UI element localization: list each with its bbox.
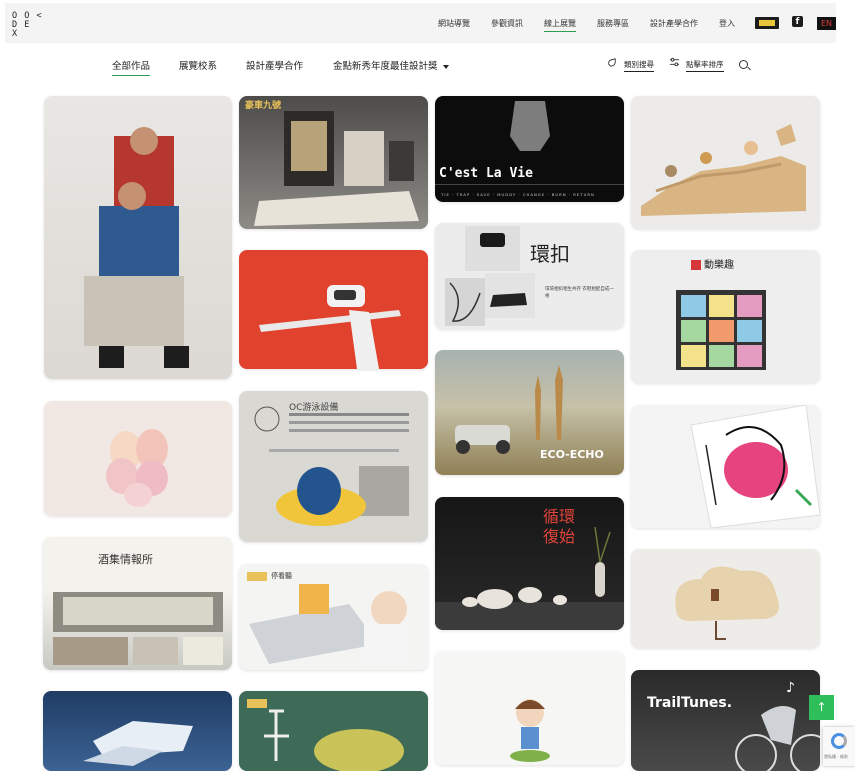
tab-golden-pin-award[interactable]: 金點新秀年度最佳設計獎 — [333, 58, 449, 72]
search-icon[interactable] — [739, 60, 748, 69]
back-to-top-button[interactable]: ↑ — [809, 695, 834, 720]
sort-icon — [669, 57, 680, 67]
gallery-card[interactable]: ♪ TrailTunes. — [631, 670, 820, 771]
recaptcha-icon — [831, 733, 847, 749]
gallery-card[interactable]: 環扣 環環相扣相生共存 衣鞋相配自成一格 — [435, 223, 624, 329]
card-title: TrailTunes. — [647, 695, 733, 711]
card-image — [83, 721, 193, 766]
gallery-card[interactable]: OC游泳設備 — [239, 391, 428, 542]
card-image — [641, 124, 806, 216]
nav-online-exhibition[interactable]: 線上展覽 — [544, 18, 576, 32]
card-title: 停看聽 — [271, 572, 292, 580]
gallery-card[interactable]: 豪車九號 — [239, 96, 428, 229]
facebook-icon[interactable]: f — [792, 16, 803, 27]
card-title: 酒集情報所 — [98, 553, 153, 566]
card-title: C'est La Vie — [439, 166, 533, 181]
card-subtitle: TIE · TRAP · SAVE · MUDDY · CHANGE · BUR… — [441, 192, 595, 197]
gallery-card[interactable] — [631, 549, 820, 648]
gallery-card[interactable]: ECO-ECHO — [435, 350, 624, 475]
card-image — [510, 699, 550, 762]
tab-all-works[interactable]: 全部作品 — [112, 58, 151, 76]
gallery-card[interactable]: C'est La Vie TIE · TRAP · SAVE · MUDDY ·… — [435, 96, 624, 202]
card-image — [254, 111, 419, 226]
card-title: 豪車九號 — [245, 101, 282, 111]
card-subtitle: 環環相扣相生共存 衣鞋相配自成一格 — [545, 287, 614, 299]
gallery-card[interactable] — [239, 250, 428, 369]
recaptcha-text: 隱私權 - 條款 — [824, 754, 848, 759]
card-image — [259, 285, 401, 369]
gallery-card[interactable] — [239, 691, 428, 771]
site-logo[interactable]: O O < D E X — [12, 12, 44, 40]
gallery-card[interactable] — [44, 401, 232, 516]
card-title: OC游泳設備 — [289, 403, 339, 413]
language-toggle[interactable]: EN — [817, 17, 836, 30]
gallery-card[interactable]: 動樂趣 — [631, 250, 820, 383]
gallery-card[interactable] — [631, 405, 820, 528]
top-bar — [5, 3, 836, 43]
card-title: 動樂趣 — [704, 260, 734, 271]
card-title: ECO-ECHO — [540, 448, 604, 461]
card-title: 循環復始 — [543, 507, 576, 546]
recaptcha-badge[interactable]: 隱私權 - 條款 — [823, 727, 855, 766]
chevron-down-icon — [442, 64, 449, 69]
tab-departments[interactable]: 展覽校系 — [179, 58, 217, 72]
card-image — [675, 566, 779, 640]
card-image — [254, 406, 409, 526]
card-image — [84, 127, 189, 368]
gallery-card[interactable]: 循環復始 — [435, 497, 624, 630]
card-image — [106, 429, 168, 507]
card-badge-icon[interactable] — [755, 17, 779, 29]
gallery-card[interactable] — [631, 96, 820, 229]
logo-line: X — [12, 29, 19, 39]
category-search-link[interactable]: 類別搜尋 — [624, 59, 654, 72]
nav-login[interactable]: 登入 — [719, 18, 735, 29]
card-image — [435, 526, 624, 630]
nav-services[interactable]: 服務專區 — [597, 18, 629, 29]
card-image — [247, 699, 404, 771]
card-image: ♪ — [735, 680, 820, 771]
gallery-card[interactable] — [43, 691, 232, 771]
gallery-card[interactable]: 停看聽 — [239, 564, 428, 670]
nav-industry-collab[interactable]: 設計產學合作 — [650, 18, 698, 29]
tab-industry-collab[interactable]: 設計產學合作 — [246, 58, 303, 72]
gallery-card[interactable]: 酒集情報所 — [43, 537, 232, 670]
card-image — [690, 405, 820, 528]
gallery-card[interactable] — [435, 651, 624, 765]
card-image — [247, 572, 409, 664]
category-icon — [608, 58, 616, 67]
svg-text:♪: ♪ — [786, 680, 795, 696]
tab-label: 金點新秀年度最佳設計獎 — [333, 61, 438, 72]
gallery-card[interactable] — [44, 96, 232, 379]
card-image — [435, 101, 624, 185]
sort-by-clicks-link[interactable]: 點擊率排序 — [686, 59, 724, 72]
card-title: 環扣 — [530, 242, 570, 266]
nav-site-guide[interactable]: 網站導覽 — [438, 18, 470, 29]
nav-visit-info[interactable]: 參觀資訊 — [491, 18, 523, 29]
